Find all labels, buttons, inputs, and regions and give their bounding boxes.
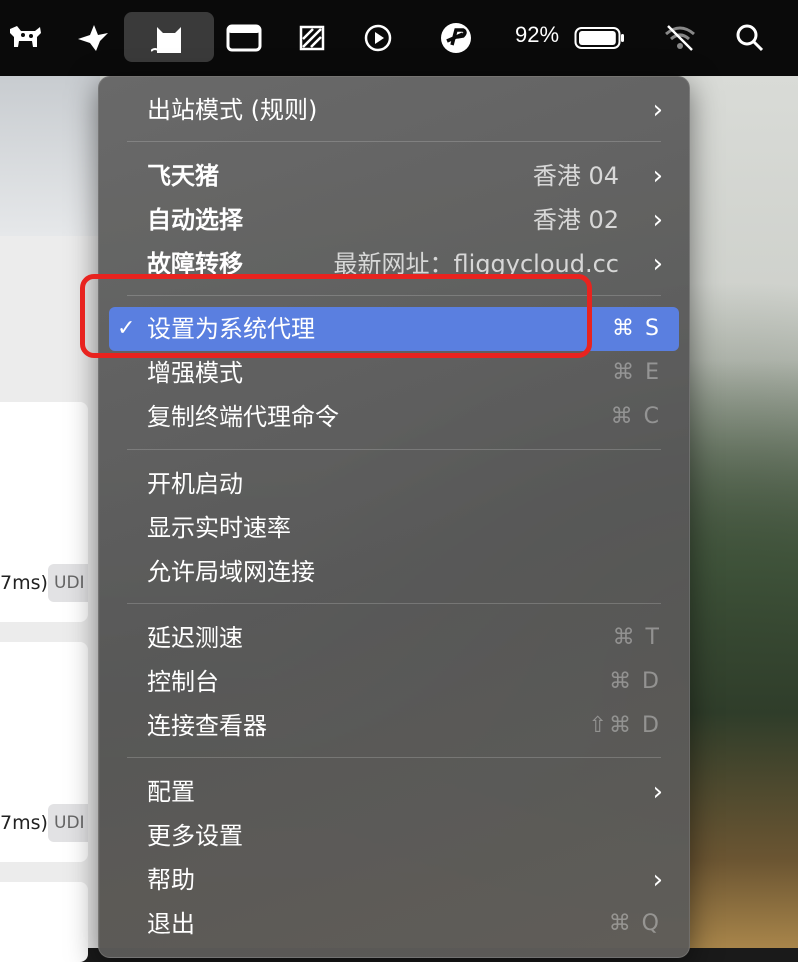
window-icon[interactable]	[224, 18, 264, 58]
wallpaper-forest	[688, 360, 798, 948]
menu-item-label: 增强模式	[147, 359, 243, 387]
proxy-p-icon[interactable]	[436, 18, 476, 58]
menu-item-outbound-mode[interactable]: 出站模式 (规则) ›	[99, 89, 689, 131]
menu-separator	[127, 141, 661, 142]
search-icon[interactable]	[730, 18, 770, 58]
menu-item-shortcut: ⌘ T	[612, 625, 661, 650]
background-window-header	[0, 76, 100, 236]
battery-icon[interactable]	[572, 18, 628, 58]
menu-item-label: 显示实时速率	[147, 514, 291, 542]
menu-separator	[127, 449, 661, 450]
menu-item-shortcut: ⇧⌘ D	[588, 713, 661, 738]
menu-item-value: 香港 04	[532, 162, 619, 190]
menu-item-label: 配置	[147, 778, 195, 806]
menu-item-more-settings[interactable]: 更多设置	[99, 815, 689, 857]
menu-item-shortcut: ⌘ S	[612, 316, 661, 341]
menu-item-allow-lan[interactable]: 允许局域网连接	[99, 551, 689, 593]
wifi-off-icon[interactable]	[660, 18, 700, 58]
chevron-right-icon: ›	[652, 865, 663, 895]
menu-item-label: 帮助	[147, 866, 195, 894]
chevron-right-icon: ›	[652, 249, 663, 279]
menu-item-label: 更多设置	[147, 822, 243, 850]
menu-item-help[interactable]: 帮助 ›	[99, 859, 689, 901]
menu-item-config[interactable]: 配置 ›	[99, 771, 689, 813]
menu-item-label: 复制终端代理命令	[147, 403, 339, 431]
card-badge: UDI	[48, 564, 88, 602]
menu-separator	[127, 757, 661, 758]
menu-item-dashboard[interactable]: 控制台 ⌘ D	[99, 661, 689, 703]
clash-cat-icon[interactable]	[148, 18, 190, 58]
battery-percent: 92%	[515, 22, 560, 47]
play-circle-icon[interactable]	[360, 18, 396, 58]
chevron-right-icon: ›	[652, 205, 663, 235]
menu-item-copy-terminal-command[interactable]: 复制终端代理命令 ⌘ C	[99, 396, 689, 438]
bird-icon[interactable]	[72, 18, 114, 58]
menu-item-shortcut: ⌘ C	[610, 404, 661, 429]
menu-item-label: 飞天猪	[147, 162, 219, 190]
menu-item-label: 出站模式 (规则)	[147, 96, 318, 124]
chevron-right-icon: ›	[652, 777, 663, 807]
menu-item-enhanced-mode[interactable]: 增强模式 ⌘ E	[99, 352, 689, 394]
menu-item-label: 退出	[147, 910, 195, 938]
menu-item-latency-test[interactable]: 延迟测速 ⌘ T	[99, 617, 689, 659]
card-latency: 7ms)	[0, 572, 48, 594]
card-badge: UDI	[48, 804, 88, 842]
menu-item-quit[interactable]: 退出 ⌘ Q	[99, 903, 689, 945]
menu-bar: 92%	[0, 0, 798, 76]
cow-icon[interactable]	[4, 18, 46, 58]
menu-item-label: 开机启动	[147, 470, 243, 498]
menu-item-label: 延迟测速	[147, 624, 243, 652]
menu-item-connections[interactable]: 连接查看器 ⇧⌘ D	[99, 705, 689, 747]
proxy-card[interactable]	[0, 882, 88, 962]
menu-item-label: 自动选择	[147, 206, 243, 234]
chevron-right-icon: ›	[652, 95, 663, 125]
chevron-right-icon: ›	[652, 161, 663, 191]
proxy-card[interactable]: 7ms) UDI	[0, 402, 88, 622]
card-latency: 7ms)	[0, 812, 48, 834]
menu-item-group-auto-select[interactable]: 自动选择 香港 02 ›	[99, 199, 689, 241]
menu-item-shortcut: ⌘ E	[612, 360, 661, 385]
striped-square-icon[interactable]	[296, 18, 328, 58]
menu-item-label: 允许局域网连接	[147, 558, 315, 586]
menu-item-launch-at-login[interactable]: 开机启动	[99, 463, 689, 505]
menu-item-show-speed[interactable]: 显示实时速率	[99, 507, 689, 549]
proxy-card[interactable]: 7ms) UDI	[0, 642, 88, 862]
menu-item-label: 连接查看器	[147, 712, 267, 740]
menu-item-value: 香港 02	[532, 206, 619, 234]
menu-item-label: 控制台	[147, 668, 219, 696]
annotation-highlight-box	[80, 274, 592, 358]
menu-item-group-feitianzhu[interactable]: 飞天猪 香港 04 ›	[99, 155, 689, 197]
menu-item-shortcut: ⌘ D	[609, 669, 661, 694]
clash-dropdown-menu: 出站模式 (规则) › 飞天猪 香港 04 › 自动选择 香港 02 › 故障转…	[98, 76, 690, 958]
menu-separator	[127, 603, 661, 604]
menu-item-shortcut: ⌘ Q	[608, 911, 661, 936]
